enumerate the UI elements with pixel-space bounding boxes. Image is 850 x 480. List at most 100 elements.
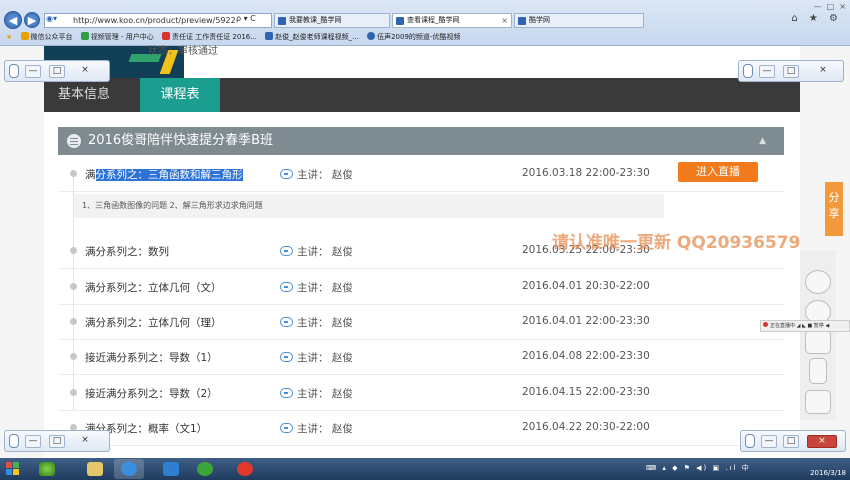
share-panel [800,250,836,420]
message-icon[interactable] [805,390,831,414]
minimize-icon[interactable]: — [25,435,41,448]
course-status: 状态：审核通过 [148,46,218,57]
enter-live-button[interactable]: 进入直播 [678,162,758,182]
lesson-time: 2016.03.18 22:00-23:30 [522,167,650,179]
mini-window-top-left[interactable]: — □ × [4,60,110,82]
mini-window-top-right[interactable]: — □ × [738,60,844,82]
share-tab[interactable]: 分享 [825,182,843,236]
lesson-teacher: 主讲： 赵俊 [280,350,353,365]
lesson-title[interactable]: 满分系列之：数列 [85,244,169,259]
tray-date[interactable]: 2016/3/18 [810,469,846,477]
favorite-icon [80,32,89,40]
lesson-teacher: 主讲： 赵俊 [280,167,353,182]
minimize-icon[interactable]: — [761,435,777,448]
mini-window-bottom-left[interactable]: — □ × [4,430,110,452]
favorites-bar: ★ 微信公众平台 视频管理 - 用户中心 责任证 工作责任证 2016... 赵… [0,30,850,45]
favorite-link-2[interactable]: 视频管理 - 用户中心 [80,30,154,45]
maximize-icon[interactable]: □ [49,435,65,448]
lesson-title[interactable]: 接近满分系列之：导数（2） [85,386,218,401]
class-section-header[interactable]: 2016俊哥陪伴快速提分春季B班 ▲ [58,127,784,155]
favorites-star-icon[interactable]: ★ [6,30,12,45]
collapse-icon[interactable]: ▲ [759,127,766,155]
timeline-dot [70,389,77,396]
lesson-row[interactable]: 满分系列之：概率（文1） 主讲： 赵俊 2016.04.22 20:30-22:… [58,411,784,446]
start-logo-part [13,469,19,475]
close-icon[interactable]: × [807,435,837,448]
taskbar-app-green[interactable] [190,459,220,479]
maximize-icon[interactable]: □ [783,435,799,448]
lesson-teacher: 主讲： 赵俊 [280,244,353,259]
close-window-icon[interactable]: × [839,2,846,11]
lesson-time: 2016.04.22 20:30-22:00 [522,421,650,433]
url-text: http://www.koo.cn/product/preview/5922 [73,16,236,25]
taskbar-app-explorer[interactable] [80,459,110,479]
lesson-title[interactable]: 满分系列之：立体几何（理） [85,315,222,330]
window-controls: — □ × [814,0,846,13]
class-title: 2016俊哥陪伴快速提分春季B班 [88,133,274,148]
tab-basic-info[interactable]: 基本信息 [44,78,124,112]
live-recorder-toolbar[interactable]: 正在直播中 ◢ ◣ ■ 暂停 ◀ [760,320,850,332]
weibo-icon[interactable] [805,270,831,294]
minimize-icon[interactable]: — [25,65,41,78]
document-icon[interactable] [805,330,831,354]
system-tray: ⌨ ▴ ◆ ⚑ ◀) ▣ .ıl 中 2016/3/18 [646,458,850,480]
network-icon [163,462,179,476]
browser-tools[interactable]: ⌂ ★ ⚙ [791,13,842,24]
document-icon [9,434,19,448]
close-icon[interactable]: × [77,65,93,78]
taskbar-app-ie[interactable] [114,459,144,479]
tab-schedule[interactable]: 课程表 [140,78,220,112]
document-icon [745,434,755,448]
tab-close-icon[interactable]: × [501,14,508,27]
chat-icon [280,169,293,179]
lesson-title[interactable]: 满分系列之：三角函数和解三角形 [85,167,243,182]
tab-view-course[interactable]: 查看课程_酷学网 × [392,13,512,28]
minimize-window-icon[interactable]: — [814,2,822,11]
maximize-icon[interactable]: □ [783,65,799,78]
page-icon: ◉▾ [46,14,57,23]
lesson-row[interactable]: 满分系列之：立体几何（文） 主讲： 赵俊 2016.04.01 20:30-22… [58,270,784,305]
start-logo-part [6,462,12,468]
record-dot-icon [763,322,768,327]
lesson-time: 2016.04.01 22:00-23:30 [522,315,650,327]
tab-teach[interactable]: 我要教课_酷学网 [274,13,390,28]
close-icon[interactable]: × [815,65,831,78]
maximize-icon[interactable]: □ [49,65,65,78]
favorite-link-4[interactable]: 赵俊_赵俊老师课程视频_... [265,30,359,45]
minimize-icon[interactable]: — [759,65,775,78]
lesson-row[interactable]: 接近满分系列之：导数（2） 主讲： 赵俊 2016.04.15 22:00-23… [58,376,784,411]
favorite-icon [20,32,29,40]
address-tools[interactable]: ρ ▾ C [236,14,256,23]
green-app-icon [197,462,213,476]
lesson-row[interactable]: 满分系列之：立体几何（理） 主讲： 赵俊 2016.04.01 22:00-23… [58,305,784,340]
tab-favicon-icon [278,17,286,25]
tab-koo[interactable]: 酷学网 [514,13,644,28]
forward-button[interactable]: ▶ [24,12,40,28]
lesson-row: 满分系列之：三角函数和解三角形 主讲： 赵俊 2016.03.18 22:00-… [58,157,784,192]
chat-icon [280,352,293,362]
maximize-window-icon[interactable]: □ [827,2,835,11]
tray-icons[interactable]: ⌨ ▴ ◆ ⚑ ◀) ▣ .ıl 中 [646,463,751,473]
lesson-time: 2016.04.01 20:30-22:00 [522,280,650,292]
start-button-icon[interactable] [6,462,20,476]
taskbar-app-network[interactable] [156,459,186,479]
tab-favicon-icon [396,17,404,25]
lesson-title[interactable]: 接近满分系列之：导数（1） [85,350,218,365]
favorite-icon [161,32,170,40]
taskbar-app-browser[interactable] [230,459,260,479]
timeline-dot [70,170,77,177]
ie-icon [121,462,137,476]
lesson-title[interactable]: 满分系列之：立体几何（文） [85,280,222,295]
lesson-row[interactable]: 接近满分系列之：导数（1） 主讲： 赵俊 2016.04.08 22:00-23… [58,340,784,375]
taskbar-app-media[interactable] [32,459,62,479]
phone-icon[interactable] [809,358,827,384]
chat-icon [280,317,293,327]
lesson-teacher: 主讲： 赵俊 [280,386,353,401]
watermark-text: 请认准唯一更新 QQ20936579 [552,233,801,253]
close-icon[interactable]: × [77,435,93,448]
favorite-link-1[interactable]: 微信公众平台 [20,30,73,45]
back-button[interactable]: ◀ [4,11,22,29]
lesson-teacher: 主讲： 赵俊 [280,421,353,436]
mini-window-bottom-right[interactable]: — □ × [740,430,846,452]
favorite-link-5[interactable]: 伍声2009的频道-优酷视频 [367,30,460,45]
